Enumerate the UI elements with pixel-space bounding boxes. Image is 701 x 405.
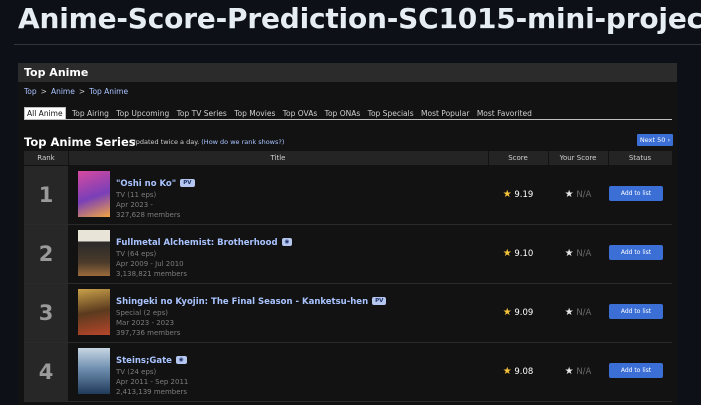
breadcrumb-sep: > xyxy=(78,87,86,96)
anime-type: Special (2 eps) xyxy=(116,309,168,317)
table-row: 2 Fullmetal Alchemist: Brotherhood ◉ TV (… xyxy=(24,225,672,284)
breadcrumb-sep: > xyxy=(40,87,47,96)
add-to-list-button[interactable]: Add to list xyxy=(609,363,663,378)
rank-number: 1 xyxy=(24,166,68,224)
your-score-cell[interactable]: ★ N/A xyxy=(548,366,608,377)
page-title: Anime-Score-Prediction-SC1015-mini-proje… xyxy=(18,2,701,35)
table-row: 4 Steins;Gate ◉ TV (24 eps) Apr 2011 - Se… xyxy=(24,343,672,402)
table-row: 3 Shingeki no Kyojin: The Final Season -… xyxy=(24,284,672,343)
pv-badge[interactable]: PV xyxy=(180,179,195,187)
star-icon: ★ xyxy=(502,307,512,318)
anime-type: TV (11 eps) xyxy=(116,191,157,199)
your-score-cell[interactable]: ★ N/A xyxy=(548,307,608,318)
anime-title-link[interactable]: Shingeki no Kyojin: The Final Season - K… xyxy=(116,297,368,307)
tab-all-anime[interactable]: All Anime xyxy=(24,107,66,119)
play-badge[interactable]: ◉ xyxy=(175,356,187,364)
star-icon: ★ xyxy=(564,189,574,200)
next-50-label: Next 50 xyxy=(639,136,666,144)
tab-top-onas[interactable]: Top ONAs xyxy=(324,108,362,119)
anime-members: 327,628 members xyxy=(116,211,181,219)
pv-badge[interactable]: PV xyxy=(372,297,387,305)
anime-title-link[interactable]: Fullmetal Alchemist: Brotherhood xyxy=(116,238,278,248)
your-score-value: N/A xyxy=(576,367,592,377)
anime-thumbnail[interactable] xyxy=(78,289,110,335)
title-cell: Steins;Gate ◉ TV (24 eps) Apr 2011 - Sep … xyxy=(116,348,188,397)
breadcrumb: Top > Anime > Top Anime xyxy=(24,87,128,96)
col-score: Score xyxy=(488,151,549,165)
tab-top-tv-series[interactable]: Top TV Series xyxy=(176,108,228,119)
anime-members: 2,413,139 members xyxy=(116,388,188,396)
star-icon: ★ xyxy=(564,248,574,259)
play-badge[interactable]: ◉ xyxy=(281,238,293,246)
col-status: Status xyxy=(628,154,652,162)
table-header: Rank Title Score Your Score Status xyxy=(24,151,672,165)
score-cell: ★ 9.09 xyxy=(488,284,548,342)
add-to-list-button[interactable]: Add to list xyxy=(609,304,663,319)
star-icon: ★ xyxy=(502,248,512,259)
score-cell: ★ 9.19 xyxy=(488,166,548,224)
rank-number: 4 xyxy=(24,343,68,401)
score-value: 9.09 xyxy=(514,308,534,318)
table-row: 1 "Oshi no Ko" PV TV (11 eps) Apr 2023 - … xyxy=(24,166,672,225)
star-icon: ★ xyxy=(564,307,574,318)
section-title: Top Anime Series xyxy=(24,135,136,149)
rank-number: 2 xyxy=(24,225,68,283)
anime-thumbnail[interactable] xyxy=(78,348,110,394)
how-we-rank-link[interactable]: (How do we rank shows?) xyxy=(201,138,284,146)
updated-note: Updated twice a day. (How do we rank sho… xyxy=(131,138,284,146)
chevron-right-icon: › xyxy=(667,136,671,144)
anime-dates: Apr 2023 - xyxy=(116,201,153,209)
your-score-value: N/A xyxy=(576,249,592,259)
score-cell: ★ 9.10 xyxy=(488,225,548,283)
anime-thumbnail[interactable] xyxy=(78,171,110,217)
anime-thumbnail[interactable] xyxy=(78,230,110,276)
anime-members: 397,736 members xyxy=(116,329,181,337)
title-divider xyxy=(14,44,701,45)
breadcrumb-anime[interactable]: Anime xyxy=(51,87,75,96)
your-score-cell[interactable]: ★ N/A xyxy=(548,248,608,259)
score-value: 9.19 xyxy=(514,190,534,200)
mal-header: Top Anime xyxy=(18,63,677,82)
anime-dates: Mar 2023 - 2023 xyxy=(116,319,175,327)
tab-top-ovas[interactable]: Top OVAs xyxy=(282,108,319,119)
score-cell: ★ 9.08 xyxy=(488,343,548,401)
tab-most-favorited[interactable]: Most Favorited xyxy=(476,108,533,119)
updated-text: Updated twice a day. xyxy=(131,138,200,146)
col-your-score: Your Score xyxy=(548,151,609,165)
title-cell: Shingeki no Kyojin: The Final Season - K… xyxy=(116,289,387,338)
star-icon: ★ xyxy=(502,189,512,200)
anime-type: TV (64 eps) xyxy=(116,250,157,258)
tab-top-upcoming[interactable]: Top Upcoming xyxy=(115,108,170,119)
your-score-value: N/A xyxy=(576,308,592,318)
col-title: Title xyxy=(68,151,489,165)
rank-number: 3 xyxy=(24,284,68,342)
anime-dates: Apr 2011 - Sep 2011 xyxy=(116,378,189,386)
next-50-button[interactable]: Next 50 › xyxy=(637,134,673,146)
score-value: 9.10 xyxy=(514,249,534,259)
add-to-list-button[interactable]: Add to list xyxy=(609,186,663,201)
your-score-cell[interactable]: ★ N/A xyxy=(548,189,608,200)
breadcrumb-top-anime[interactable]: Top Anime xyxy=(89,87,128,96)
anime-members: 3,138,821 members xyxy=(116,270,188,278)
add-to-list-button[interactable]: Add to list xyxy=(609,245,663,260)
col-rank: Rank xyxy=(24,151,69,165)
title-cell: "Oshi no Ko" PV TV (11 eps) Apr 2023 - 32… xyxy=(116,171,195,220)
star-icon: ★ xyxy=(502,366,512,377)
anime-title-link[interactable]: "Oshi no Ko" xyxy=(116,179,176,189)
star-icon: ★ xyxy=(564,366,574,377)
tab-most-popular[interactable]: Most Popular xyxy=(420,108,470,119)
title-cell: Fullmetal Alchemist: Brotherhood ◉ TV (64… xyxy=(116,230,293,279)
anime-dates: Apr 2009 - Jul 2010 xyxy=(116,260,184,268)
tab-top-movies[interactable]: Top Movies xyxy=(233,108,276,119)
tab-bar: All Anime Top Airing Top Upcoming Top TV… xyxy=(24,107,672,120)
tab-top-airing[interactable]: Top Airing xyxy=(71,108,110,119)
anime-type: TV (24 eps) xyxy=(116,368,157,376)
anime-title-link[interactable]: Steins;Gate xyxy=(116,356,172,366)
breadcrumb-top[interactable]: Top xyxy=(24,87,37,96)
tab-top-specials[interactable]: Top Specials xyxy=(367,108,415,119)
your-score-value: N/A xyxy=(576,190,592,200)
mal-embed: Top Anime Top > Anime > Top Anime All Anime … xyxy=(18,63,677,405)
score-value: 9.08 xyxy=(514,367,534,377)
